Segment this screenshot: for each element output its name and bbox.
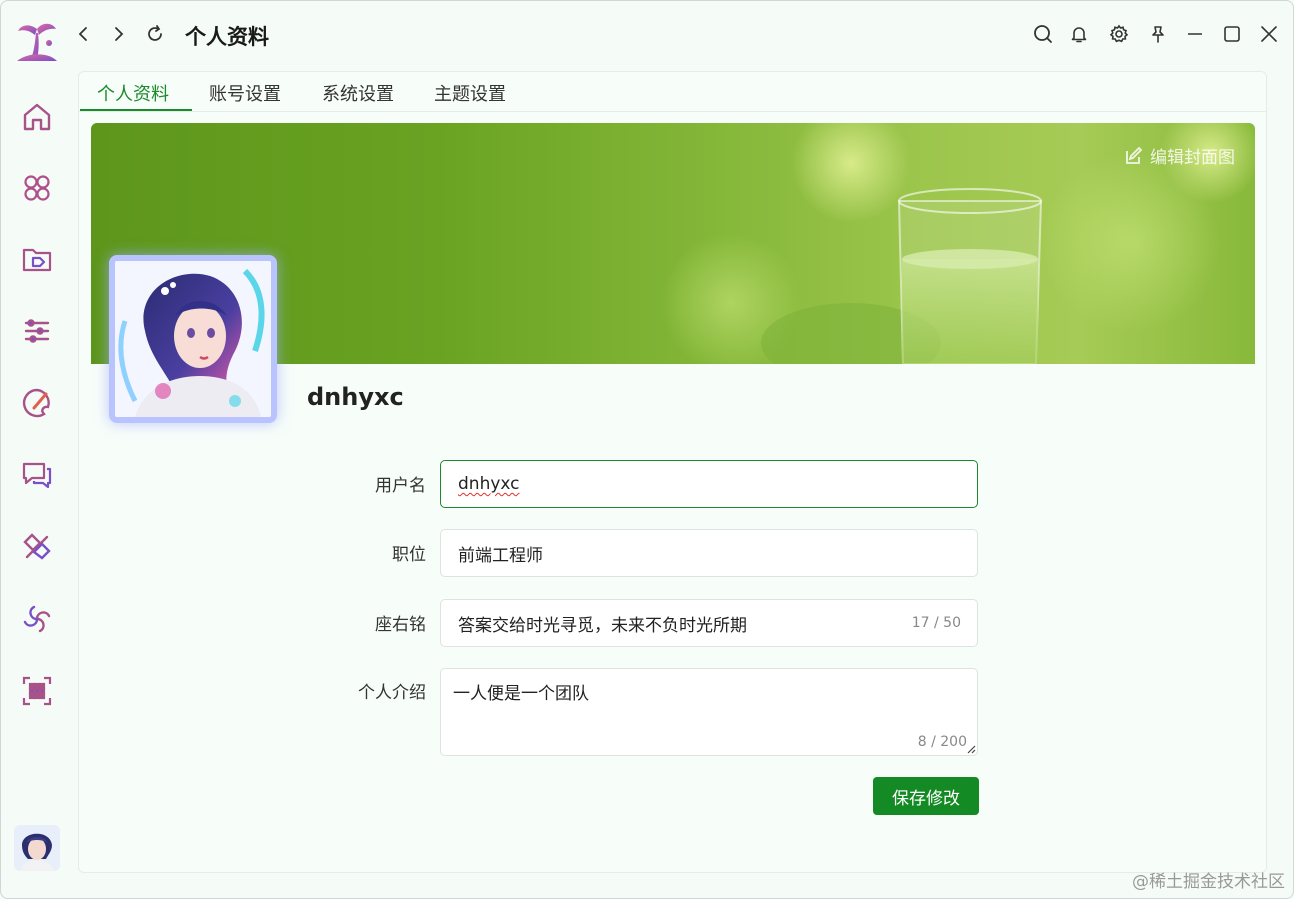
back-button[interactable]: [70, 21, 96, 47]
bell-icon: [1071, 27, 1087, 43]
search-button[interactable]: [1030, 21, 1056, 47]
edit-icon: [1126, 146, 1143, 164]
maximize-icon: [1224, 26, 1240, 42]
edit-cover-label: 编辑封面图: [1150, 148, 1235, 168]
chevron-left-icon: [78, 27, 87, 41]
tab-profile[interactable]: 个人资料: [97, 80, 169, 112]
username-input[interactable]: dnhyxc: [440, 460, 978, 508]
user-avatar-small[interactable]: [14, 825, 60, 871]
sidebar-item-palette[interactable]: [17, 383, 57, 423]
motto-label: 座右铭: [375, 615, 426, 635]
sidebar-item-grid[interactable]: [17, 671, 57, 711]
close-button[interactable]: [1256, 21, 1282, 47]
sidebar-item-spiral[interactable]: [17, 599, 57, 639]
folder-tag-icon: [22, 248, 52, 272]
save-button[interactable]: 保存修改: [873, 777, 979, 815]
resize-handle-icon[interactable]: [966, 744, 976, 754]
avatar-image: [115, 261, 271, 417]
refresh-button[interactable]: [142, 21, 168, 47]
username-value: dnhyxc: [458, 474, 520, 494]
refresh-icon: [148, 25, 162, 41]
sidebar-item-list[interactable]: [17, 311, 57, 351]
job-value: 前端工程师: [458, 545, 543, 566]
intro-value: 一人便是一个团队: [453, 684, 589, 704]
gear-icon: [1109, 24, 1129, 43]
tab-account[interactable]: 账号设置: [209, 80, 281, 112]
minimize-icon: [1188, 33, 1202, 35]
spiral-icon: [23, 605, 51, 633]
settings-panel: 个人资料 账号设置 系统设置 主题设置 编辑封面图 dnhyxc 用户名 dnh…: [78, 71, 1267, 873]
intro-textarea[interactable]: 一人便是一个团队 8 / 200: [440, 668, 978, 756]
sidebar-item-apps[interactable]: [17, 168, 57, 208]
page-title: 个人资料: [185, 25, 269, 49]
profile-username: dnhyxc: [307, 383, 404, 411]
watermark: @稀土掘金技术社区: [1132, 872, 1285, 892]
pin-icon: [1152, 26, 1164, 43]
palette-icon: [22, 388, 50, 418]
maximize-button[interactable]: [1219, 21, 1245, 47]
sidebar-item-home[interactable]: [17, 97, 57, 137]
edit-cover-button[interactable]: 编辑封面图: [1124, 143, 1235, 168]
profile-avatar[interactable]: [109, 255, 277, 423]
intro-counter: 8 / 200: [917, 734, 967, 750]
job-input[interactable]: 前端工程师: [440, 529, 978, 577]
sidebar-item-tools[interactable]: [17, 527, 57, 567]
sidebar-item-chat[interactable]: [17, 455, 57, 495]
chevron-right-icon: [115, 27, 124, 41]
app-logo-icon[interactable]: [15, 19, 59, 65]
close-icon: [1261, 26, 1277, 42]
chat-icon: [22, 462, 52, 489]
forward-button[interactable]: [106, 21, 132, 47]
tab-bar: 个人资料 账号设置 系统设置 主题设置: [79, 72, 1266, 112]
pin-button[interactable]: [1145, 21, 1171, 47]
settings-button[interactable]: [1106, 21, 1132, 47]
sidebar-item-folder[interactable]: [17, 239, 57, 279]
home-icon: [23, 103, 51, 131]
search-icon: [1034, 25, 1052, 43]
grid-icon: [22, 676, 52, 706]
app-window: 个人资料 个人资料 账号设置 系统设置 主题设置 编辑封面图 dnhyxc 用户…: [0, 0, 1294, 899]
username-label: 用户名: [375, 476, 426, 496]
notification-button[interactable]: [1066, 21, 1092, 47]
list-settings-icon: [24, 319, 50, 343]
motto-input[interactable]: 答案交给时光寻觅，未来不负时光所期 17 / 50: [440, 599, 978, 647]
tab-theme[interactable]: 主题设置: [434, 80, 506, 112]
tab-system[interactable]: 系统设置: [322, 80, 394, 112]
minimize-button[interactable]: [1182, 21, 1208, 47]
tools-icon: [23, 533, 51, 560]
intro-label: 个人介绍: [358, 683, 426, 703]
active-tab-indicator: [80, 109, 192, 111]
apps-icon: [24, 175, 50, 201]
motto-counter: 17 / 50: [911, 615, 961, 631]
avatar-image: [14, 825, 60, 871]
motto-value: 答案交给时光寻觅，未来不负时光所期: [458, 615, 747, 636]
title-bar: 个人资料: [70, 1, 1293, 67]
sidebar: [1, 1, 73, 898]
job-label: 职位: [392, 545, 426, 565]
